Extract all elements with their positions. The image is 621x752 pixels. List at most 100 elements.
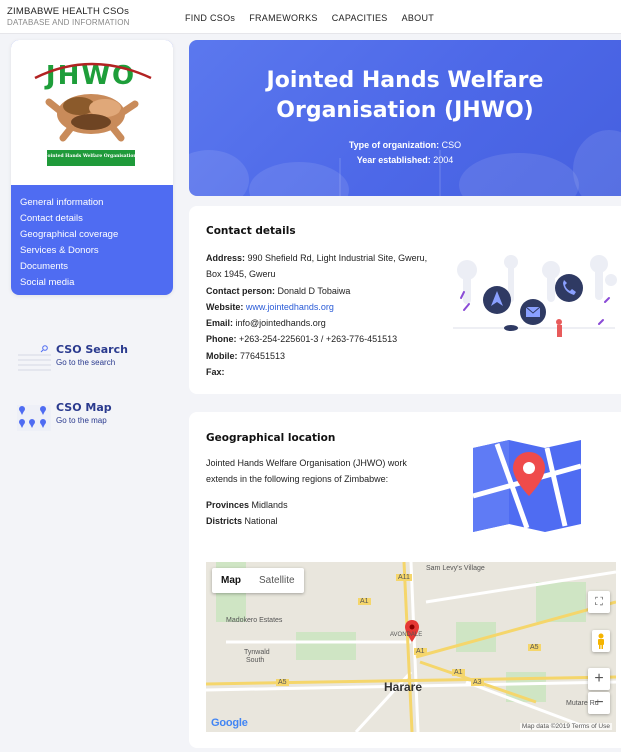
nav-frameworks[interactable]: FRAMEWORKS xyxy=(249,13,318,23)
main-nav: FIND CSOs FRAMEWORKS CAPACITIES ABOUT xyxy=(185,13,434,23)
pegman-icon xyxy=(598,633,604,649)
address-value: 990 Shefield Rd, Light Industrial Site, … xyxy=(247,253,428,263)
google-logo: Google xyxy=(211,717,248,729)
contact-person-label: Contact person: xyxy=(206,285,276,296)
place-label: South xyxy=(246,657,265,664)
provinces-row: Provinces Midlands xyxy=(206,497,288,513)
zoom-in-button[interactable]: + xyxy=(588,668,610,690)
city-label: Harare xyxy=(384,680,423,694)
cso-map-feature[interactable]: CSO Map Go to the map xyxy=(16,401,176,441)
year-label: Year established: xyxy=(356,155,431,165)
road-shield: A1 xyxy=(358,598,371,605)
sidebar-item-general-information[interactable]: General information xyxy=(20,195,164,211)
year-value: 2004 xyxy=(433,155,454,165)
road-shield: A1 xyxy=(452,669,465,676)
website-label: Website: xyxy=(206,301,244,312)
brand-subtitle: DATABASE AND INFORMATION xyxy=(7,18,130,27)
sidebar-item-social-media[interactable]: Social media xyxy=(20,275,164,291)
website-row: Website: www.jointedhands.org xyxy=(206,299,427,315)
organisation-type: Type of organization: CSO xyxy=(189,140,621,150)
email-value: info@jointedhands.org xyxy=(235,318,326,329)
address-label: Address: xyxy=(206,253,246,263)
organisation-hero: Jointed Hands Welfare Organisation (JHWO… xyxy=(189,40,621,196)
google-map[interactable]: Map Satellite ⛶ + − Sam Levy's Village M… xyxy=(206,562,616,732)
map-illustration-icon xyxy=(472,440,582,532)
sidebar-card: JHWO Jointed Hands Welfare Organisation … xyxy=(11,40,173,295)
website-link[interactable]: www.jointedhands.org xyxy=(246,302,334,312)
top-bar: ZIMBABWE HEALTH CSOs DATABASE AND INFORM… xyxy=(0,0,621,34)
districts-row: Districts National xyxy=(206,513,288,529)
fax-label: Fax: xyxy=(206,367,225,378)
map-attribution[interactable]: Map data ©2019 Terms of Use xyxy=(519,723,612,730)
nav-find-csos[interactable]: FIND CSOs xyxy=(185,13,235,23)
provinces-label: Provinces xyxy=(206,500,250,510)
cso-map-link[interactable]: Go to the map xyxy=(56,416,107,425)
phone-value: +263-254-225601-3 / +263-776-451513 xyxy=(239,334,398,345)
contact-details-heading: Contact details xyxy=(206,225,296,237)
sidebar-item-geographical-coverage[interactable]: Geographical coverage xyxy=(20,227,164,243)
map-tab-satellite[interactable]: Satellite xyxy=(250,568,304,593)
map-type-tabs: Map Satellite xyxy=(212,568,304,593)
mobile-value: 776451513 xyxy=(240,350,286,361)
map-tab-map[interactable]: Map xyxy=(212,568,250,593)
map-pins-icon xyxy=(16,401,52,433)
road-shield: A11 xyxy=(396,574,412,581)
address-value-cont: Box 1945, Gweru xyxy=(206,269,276,280)
phone-icon xyxy=(555,274,583,302)
email-row: Email: info@jointedhands.org xyxy=(206,315,427,331)
road-shield: A5 xyxy=(528,644,541,651)
contact-info: Address: 990 Shefield Rd, Light Industri… xyxy=(206,250,427,380)
contact-illustration xyxy=(453,255,617,337)
place-label: Madokero Estates xyxy=(226,617,283,624)
fax-row: Fax: xyxy=(206,364,427,380)
brand-title: ZIMBABWE HEALTH CSOs xyxy=(7,6,130,17)
email-label: Email: xyxy=(206,318,234,329)
type-label: Type of organization: xyxy=(348,140,440,150)
cso-map-title: CSO Map xyxy=(56,401,112,414)
phone-label: Phone: xyxy=(206,334,237,345)
place-label: Sam Levy's Village xyxy=(426,565,485,572)
contact-person-value: Donald D Tobaiwa xyxy=(277,285,351,296)
jhwo-logo-graphic: JHWO Jointed Hands Welfare Organisation xyxy=(34,61,152,166)
cso-search-title: CSO Search xyxy=(56,343,128,356)
logo-caption: Jointed Hands Welfare Organisation xyxy=(44,153,137,159)
geo-desc-line-2: extends in the following regions of Zimb… xyxy=(206,474,389,485)
road-label: Mutare Rd xyxy=(566,700,599,707)
search-list-icon xyxy=(16,343,52,375)
districts-label: Districts xyxy=(206,516,243,527)
organisation-title: Jointed Hands Welfare Organisation (JHWO… xyxy=(189,66,621,126)
sidebar-item-documents[interactable]: Documents xyxy=(20,259,164,275)
cso-search-link[interactable]: Go to the search xyxy=(56,358,115,367)
contact-person-row: Contact person: Donald D Tobaiwa xyxy=(206,283,427,299)
geo-regions: Provinces Midlands Districts National xyxy=(206,497,288,530)
geo-description: Jointed Hands Welfare Organisation (JHWO… xyxy=(206,455,407,488)
plus-icon: + xyxy=(594,670,604,687)
road-shield: A1 xyxy=(414,648,427,655)
road-shield: A5 xyxy=(276,679,289,686)
place-label: Tynwald xyxy=(244,649,270,656)
sidebar-item-services-donors[interactable]: Services & Donors xyxy=(20,243,164,259)
sidebar-item-contact-details[interactable]: Contact details xyxy=(20,211,164,227)
districts-value: National xyxy=(244,516,278,527)
year-established: Year established: 2004 xyxy=(189,155,621,165)
phone-row: Phone: +263-254-225601-3 / +263-776-4515… xyxy=(206,331,427,347)
provinces-value: Midlands xyxy=(251,500,288,510)
mobile-label: Mobile: xyxy=(206,350,238,361)
brand[interactable]: ZIMBABWE HEALTH CSOs DATABASE AND INFORM… xyxy=(7,6,130,27)
location-marker-icon[interactable] xyxy=(405,620,419,642)
mobile-row: Mobile: 776451513 xyxy=(206,348,427,364)
street-view-button[interactable] xyxy=(592,630,610,652)
nav-about[interactable]: ABOUT xyxy=(402,13,435,23)
fullscreen-icon: ⛶ xyxy=(595,595,603,608)
geo-desc-line-1: Jointed Hands Welfare Organisation (JHWO… xyxy=(206,458,407,468)
road-shield: A3 xyxy=(471,679,484,686)
type-value: CSO xyxy=(441,140,462,150)
title-line-2: Organisation (JHWO) xyxy=(276,98,534,123)
address-row: Address: 990 Shefield Rd, Light Industri… xyxy=(206,250,427,266)
fullscreen-button[interactable]: ⛶ xyxy=(588,591,610,613)
organisation-logo: JHWO Jointed Hands Welfare Organisation xyxy=(11,40,173,185)
nav-capacities[interactable]: CAPACITIES xyxy=(332,13,388,23)
contact-details-card: Contact details Address: 990 Shefield Rd… xyxy=(189,206,621,394)
place-label: AVONDALE xyxy=(390,632,423,638)
cso-search-feature[interactable]: CSO Search Go to the search xyxy=(16,343,176,383)
